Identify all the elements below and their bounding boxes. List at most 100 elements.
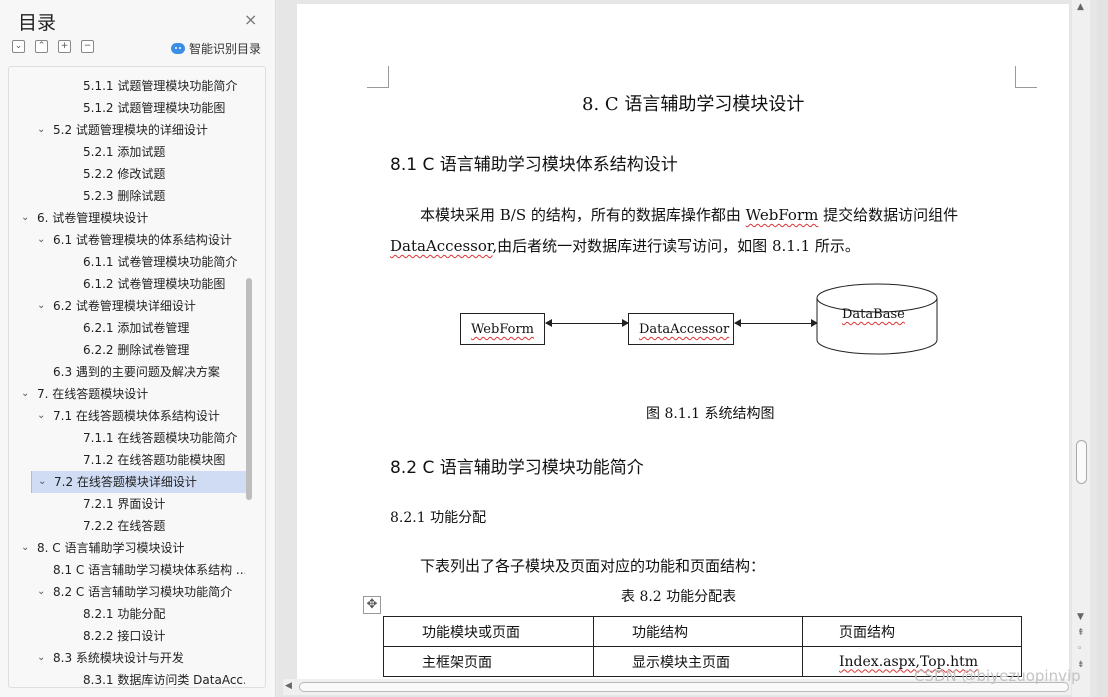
table-move-handle-icon[interactable]: ✥ [363, 596, 381, 614]
toc-item[interactable]: ⌄ 7. 在线答题模块设计 [9, 383, 245, 405]
chevron-down-icon[interactable]: ⌄ [37, 647, 45, 669]
toc-item-label: 5.2 试题管理模块的详细设计 [53, 123, 208, 137]
scroll-left-icon[interactable]: ◀ [285, 681, 292, 691]
paragraph-line: 本模块采用 B/S 的结构，所有的数据库操作都由 WebForm 提交给数据访问… [420, 204, 958, 225]
chevron-down-icon[interactable]: ⌄ [21, 383, 29, 405]
toc-scrollbar[interactable] [246, 278, 252, 500]
toc-item-label: 7.1 在线答题模块体系结构设计 [53, 409, 220, 423]
diagram-box-dataaccessor: DataAccessor [628, 313, 734, 345]
scroll-up-icon[interactable]: ▲ [1077, 2, 1084, 12]
toc-item[interactable]: 6.2.2 删除试卷管理 [9, 339, 245, 361]
section-title: 8.1 C 语言辅助学习模块体系结构设计 [390, 155, 678, 175]
toc-item[interactable]: 5.2.3 删除试题 [9, 185, 245, 207]
toc-item-label: 6.1 试卷管理模块的体系结构设计 [53, 233, 232, 247]
table-row: 功能模块或页面 功能结构 页面结构 [383, 616, 1022, 647]
figure-caption: 图 8.1.1 系统结构图 [646, 406, 775, 422]
table-header-cell: 页面结构 [802, 616, 1022, 647]
remove-heading-icon[interactable]: − [81, 40, 94, 53]
toc-item[interactable]: 5.2.2 修改试题 [9, 163, 245, 185]
toc-item[interactable]: 8.2.1 功能分配 [9, 603, 245, 625]
text-run: ,由后者统一对数据库进行读写访问，如图 8.1.1 所示。 [492, 237, 860, 255]
paragraph-line: 下表列出了各子模块及页面对应的功能和页面结构： [420, 557, 766, 575]
robot-icon [171, 43, 185, 54]
toc-item-label: 8.2.1 功能分配 [83, 607, 166, 621]
toc-item-label: 7.2.1 界面设计 [83, 497, 166, 511]
toc-item[interactable]: 6.1.1 试卷管理模块功能简介 [9, 251, 245, 273]
chevron-down-icon[interactable]: ⌄ [21, 537, 29, 559]
toc-item-label: 6. 试卷管理模块设计 [37, 211, 149, 225]
toc-item[interactable]: 6.3 遇到的主要问题及解决方案 [9, 361, 245, 383]
close-icon[interactable]: × [244, 10, 257, 29]
vertical-scrollbar[interactable] [1072, 0, 1090, 697]
scroll-down-icon[interactable]: ▼ [1077, 612, 1084, 622]
toc-item[interactable]: 6.1.2 试卷管理模块功能图 [9, 273, 245, 295]
toc-item[interactable]: 5.1.1 试题管理模块功能简介 [9, 75, 245, 97]
toc-item-label: 5.2.3 删除试题 [83, 189, 166, 203]
toc-item[interactable]: ⌄ 7.2 在线答题模块详细设计 [31, 471, 247, 493]
previous-page-icon[interactable]: ⇞ [1077, 628, 1085, 638]
spellcheck-word[interactable]: WebForm [746, 206, 819, 224]
select-browse-object-icon[interactable]: ◦ [1077, 644, 1082, 654]
vertical-scroll-thumb[interactable] [1076, 440, 1087, 484]
toc-item[interactable]: ⌄ 8. C 语言辅助学习模块设计 [9, 537, 245, 559]
expand-all-icon[interactable]: ⌄ [12, 40, 25, 53]
paragraph-line: DataAccessor,由后者统一对数据库进行读写访问，如图 8.1.1 所示… [390, 235, 860, 256]
toc-item-label: 7. 在线答题模块设计 [37, 387, 149, 401]
toc-item-label: 7.1.1 在线答题模块功能简介 [83, 431, 238, 445]
toc-item[interactable]: ⌄ 6. 试卷管理模块设计 [9, 207, 245, 229]
toc-item[interactable]: ⌄ 6.1 试卷管理模块的体系结构设计 [9, 229, 245, 251]
toc-item-label: 6.2.2 删除试卷管理 [83, 343, 190, 357]
toc-item[interactable]: 8.3.1 数据库访问类 DataAcc... [9, 669, 245, 687]
chevron-down-icon[interactable]: ⌄ [37, 405, 45, 427]
diagram-arrow [545, 319, 629, 327]
chevron-down-icon[interactable]: ⌄ [37, 229, 45, 251]
table-caption: 表 8.2 功能分配表 [621, 589, 737, 605]
collapse-all-icon[interactable]: ⌃ [35, 40, 48, 53]
toc-item[interactable]: 5.2.1 添加试题 [9, 141, 245, 163]
add-heading-icon[interactable]: + [58, 40, 71, 53]
toc-toolbar: ⌄ ⌃ + − [12, 40, 94, 53]
toc-list: 5.1.1 试题管理模块功能简介 5.1.2 试题管理模块功能图 ⌄ 5.2 试题管理… [8, 66, 266, 688]
watermark: CSDN @biyezuopinvip [914, 667, 1081, 685]
toc-item[interactable]: ⌄ 7.1 在线答题模块体系结构设计 [9, 405, 245, 427]
section-title: 8.2 C 语言辅助学习模块功能简介 [390, 458, 644, 478]
spellcheck-word[interactable]: DataAccessor [390, 237, 492, 255]
toc-item[interactable]: 6.2.1 添加试卷管理 [9, 317, 245, 339]
toc-item[interactable]: 7.2.2 在线答题 [9, 515, 245, 537]
toc-item-label: 6.2 试卷管理模块详细设计 [53, 299, 196, 313]
toc-item[interactable]: 7.1.2 在线答题功能模块图 [9, 449, 245, 471]
toc-item[interactable]: 7.1.1 在线答题模块功能简介 [9, 427, 245, 449]
toc-item-label: 8.2.2 接口设计 [83, 629, 166, 643]
chevron-down-icon[interactable]: ⌄ [21, 207, 29, 229]
toc-item-label: 8.3 系统模块设计与开发 [53, 651, 184, 665]
smart-toc-label: 智能识别目录 [189, 42, 262, 56]
diagram-label: DataBase [842, 307, 905, 322]
toc-item[interactable]: ⌄ 5.2 试题管理模块的详细设计 [9, 119, 245, 141]
toc-item[interactable]: 8.2.2 接口设计 [9, 625, 245, 647]
toc-item[interactable]: 5.1.2 试题管理模块功能图 [9, 97, 245, 119]
page-corner-mark [367, 66, 389, 88]
toc-item-label: 8.3.1 数据库访问类 DataAcc... [83, 673, 245, 687]
smart-toc-button[interactable]: 智能识别目录 [171, 40, 261, 57]
chevron-down-icon[interactable]: ⌄ [37, 581, 45, 603]
toc-item[interactable]: 7.2.1 界面设计 [9, 493, 245, 515]
diagram-label: DataAccessor [639, 322, 730, 337]
page-corner-mark [1015, 66, 1037, 88]
diagram-box-webform: WebForm [460, 313, 545, 345]
chevron-down-icon[interactable]: ⌄ [37, 119, 45, 141]
table-cell: 主框架页面 [383, 646, 594, 677]
toc-item-label: 5.2.1 添加试题 [83, 145, 166, 159]
toc-item[interactable]: ⌄ 8.3 系统模块设计与开发 [9, 647, 245, 669]
toc-item[interactable]: ⌄ 8.2 C 语言辅助学习模块功能简介 [9, 581, 245, 603]
table-header-cell: 功能结构 [593, 616, 803, 647]
toc-item[interactable]: 8.1 C 语言辅助学习模块体系结构 ... [9, 559, 245, 581]
chapter-title: 8. C 语言辅助学习模块设计 [582, 94, 805, 115]
toc-item-label: 8.2 C 语言辅助学习模块功能简介 [53, 585, 233, 599]
chevron-down-icon[interactable]: ⌄ [38, 471, 46, 493]
toc-item[interactable]: ⌄ 6.2 试卷管理模块详细设计 [9, 295, 245, 317]
table-header-cell: 功能模块或页面 [383, 616, 594, 647]
chevron-down-icon[interactable]: ⌄ [37, 295, 45, 317]
document-page[interactable]: 8. C 语言辅助学习模块设计 8.1 C 语言辅助学习模块体系结构设计 本模块… [297, 4, 1069, 688]
text-run: 本模块采用 B/S 的结构，所有的数据库操作都由 [420, 206, 746, 224]
toc-item-label: 5.1.1 试题管理模块功能简介 [83, 79, 238, 93]
